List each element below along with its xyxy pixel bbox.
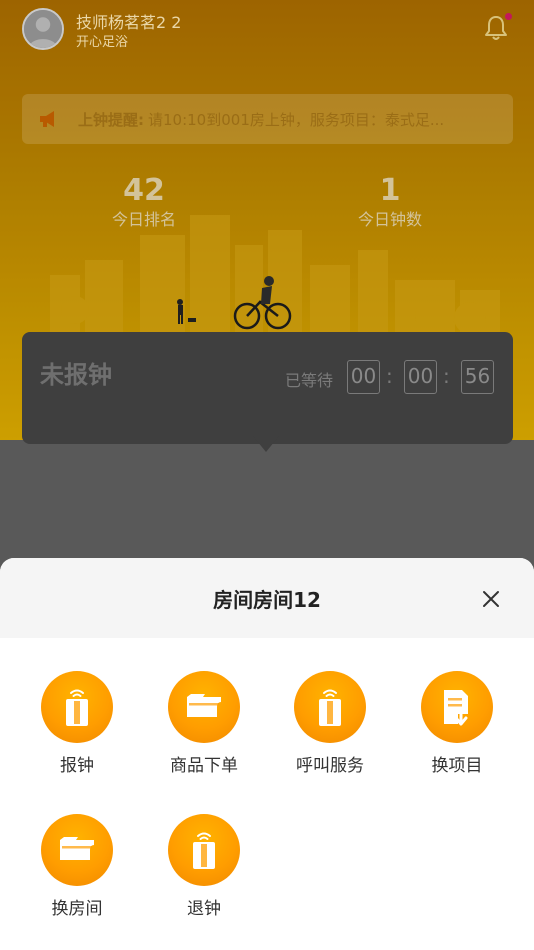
timer-seconds: 56: [461, 360, 494, 394]
action-call-service-button[interactable]: 呼叫服务: [275, 671, 385, 777]
sheet-header: 房间房间12: [0, 558, 534, 638]
door-icon: [193, 832, 215, 869]
clock-reminder-banner[interactable]: 上钟提醒: 请10:10到001房上钟，服务项目：泰式足...: [22, 94, 513, 144]
action-icon-circle: [41, 814, 113, 886]
wait-label: 已等待: [285, 371, 334, 390]
avatar[interactable]: [22, 8, 64, 50]
ticket-icon: [187, 694, 221, 717]
avatar-placeholder-icon: [24, 10, 62, 48]
action-change-room-button[interactable]: 换房间: [22, 814, 132, 920]
notification-badge: [505, 13, 512, 20]
city-cyclist-illustration: [50, 215, 500, 335]
action-icon-circle: [168, 671, 240, 743]
action-label: 退钟: [187, 899, 221, 919]
action-change-item-button[interactable]: 换项目: [402, 671, 512, 777]
notice-text: 请10:10到001房上钟，服务项目：泰式足...: [148, 110, 445, 129]
action-label: 商品下单: [170, 756, 238, 776]
today-rank-value: 42: [123, 173, 165, 208]
action-label: 呼叫服务: [296, 756, 364, 776]
action-report-clock-button[interactable]: 报钟: [22, 671, 132, 777]
sheet-title: 房间房间12: [213, 588, 321, 612]
action-icon-circle: [41, 671, 113, 743]
user-name: 技师杨茗茗2 2: [76, 13, 182, 32]
action-label: 换项目: [431, 756, 483, 776]
action-icon-circle: [168, 814, 240, 886]
document-download-icon: [444, 690, 468, 726]
door-icon: [319, 689, 341, 726]
action-return-clock-button[interactable]: 退钟: [149, 814, 259, 920]
timer-separator: :: [443, 364, 450, 388]
action-icon-circle: [421, 671, 493, 743]
action-icon-circle: [294, 671, 366, 743]
timer-hours: 00: [347, 360, 380, 394]
room-action-sheet: 房间房间12 报钟 商品下单 呼叫服务 换项目 换房间 退钟: [0, 558, 534, 950]
timer-minutes: 00: [404, 360, 437, 394]
door-icon: [66, 689, 88, 726]
close-icon[interactable]: [476, 584, 506, 614]
action-label: 换房间: [51, 899, 103, 919]
notice-label: 上钟提醒:: [78, 110, 144, 129]
today-clock-count-value: 1: [379, 173, 401, 208]
action-label: 报钟: [60, 756, 94, 776]
timer-separator: :: [386, 364, 393, 388]
ticket-icon: [60, 837, 94, 860]
action-product-order-button[interactable]: 商品下单: [149, 671, 259, 777]
shop-name: 开心足浴: [76, 35, 129, 50]
status-title: 未报钟: [40, 361, 112, 389]
megaphone-icon: [40, 111, 54, 127]
